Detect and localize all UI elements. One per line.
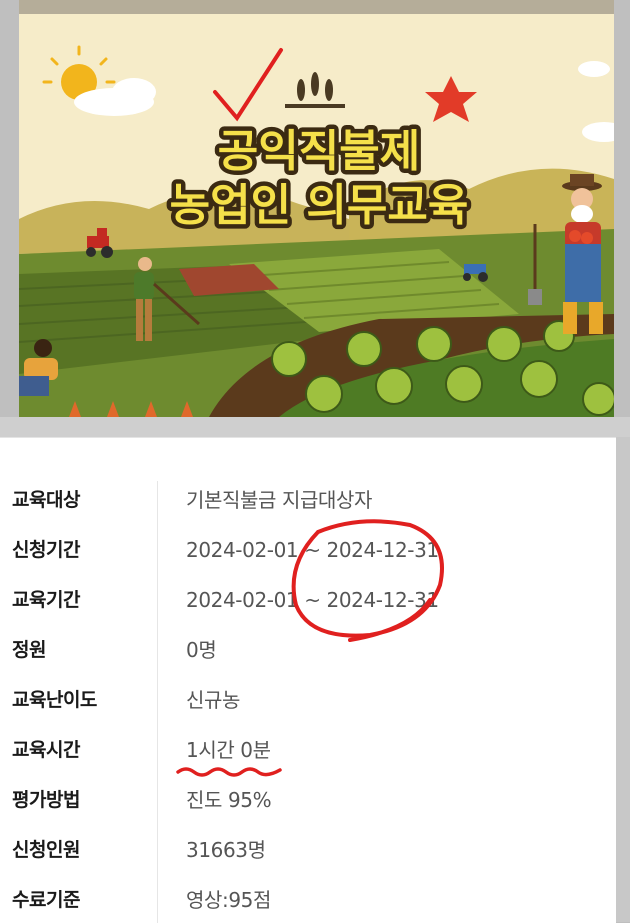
info-value: 기본직불금 지급대상자 <box>186 488 372 512</box>
right-edge-strip <box>616 437 630 922</box>
info-row-edu-period: 교육기간 2024-02-01 ~ 2024-12-31 <box>0 580 616 620</box>
info-row-apply-period: 신청기간 2024-02-01 ~ 2024-12-31 <box>0 530 616 570</box>
info-label: 신청기간 <box>12 539 80 561</box>
info-row-applicants: 신청인원 31663명 <box>0 830 616 870</box>
info-row-completion: 수료기준 영상:95점 <box>0 880 616 920</box>
info-row-target: 교육대상 기본직불금 지급대상자 <box>0 480 616 520</box>
info-value: 진도 95% <box>186 788 272 812</box>
info-label: 교육기간 <box>12 589 80 611</box>
info-value: 0명 <box>186 638 217 662</box>
info-row-difficulty: 교육난이도 신규농 <box>0 680 616 720</box>
info-value: 신규농 <box>186 688 240 712</box>
info-label: 교육시간 <box>12 739 80 761</box>
banner-title-line2: 농업인 의무교육 <box>170 180 469 231</box>
info-row-capacity: 정원 0명 <box>0 630 616 670</box>
info-row-evaluation: 평가방법 진도 95% <box>0 780 616 820</box>
course-banner-image: 공익직불제 공익직불제 농업인 의무교육 농업인 의무교육 <box>19 14 614 417</box>
top-strip <box>19 0 614 14</box>
info-value: 31663명 <box>186 838 266 862</box>
info-label: 교육난이도 <box>12 689 97 711</box>
info-label: 정원 <box>12 639 46 661</box>
screenshot-frame: 공익직불제 공익직불제 농업인 의무교육 농업인 의무교육 교육대상 기본직불금… <box>0 0 630 923</box>
info-label: 수료기준 <box>12 889 80 911</box>
banner-title-line1: 공익직불제 <box>218 126 420 177</box>
info-label: 평가방법 <box>12 789 80 811</box>
info-value: 영상:95점 <box>186 888 271 912</box>
info-row-duration: 교육시간 1시간 0분 <box>0 730 616 770</box>
section-gap <box>0 417 630 437</box>
course-info-table: 교육대상 기본직불금 지급대상자 신청기간 2024-02-01 ~ 2024-… <box>0 437 616 923</box>
info-label: 교육대상 <box>12 489 80 511</box>
info-value: 2024-02-01 ~ 2024-12-31 <box>186 538 439 562</box>
info-label: 신청인원 <box>12 839 80 861</box>
info-value: 2024-02-01 ~ 2024-12-31 <box>186 588 439 612</box>
info-value: 1시간 0분 <box>186 738 271 762</box>
